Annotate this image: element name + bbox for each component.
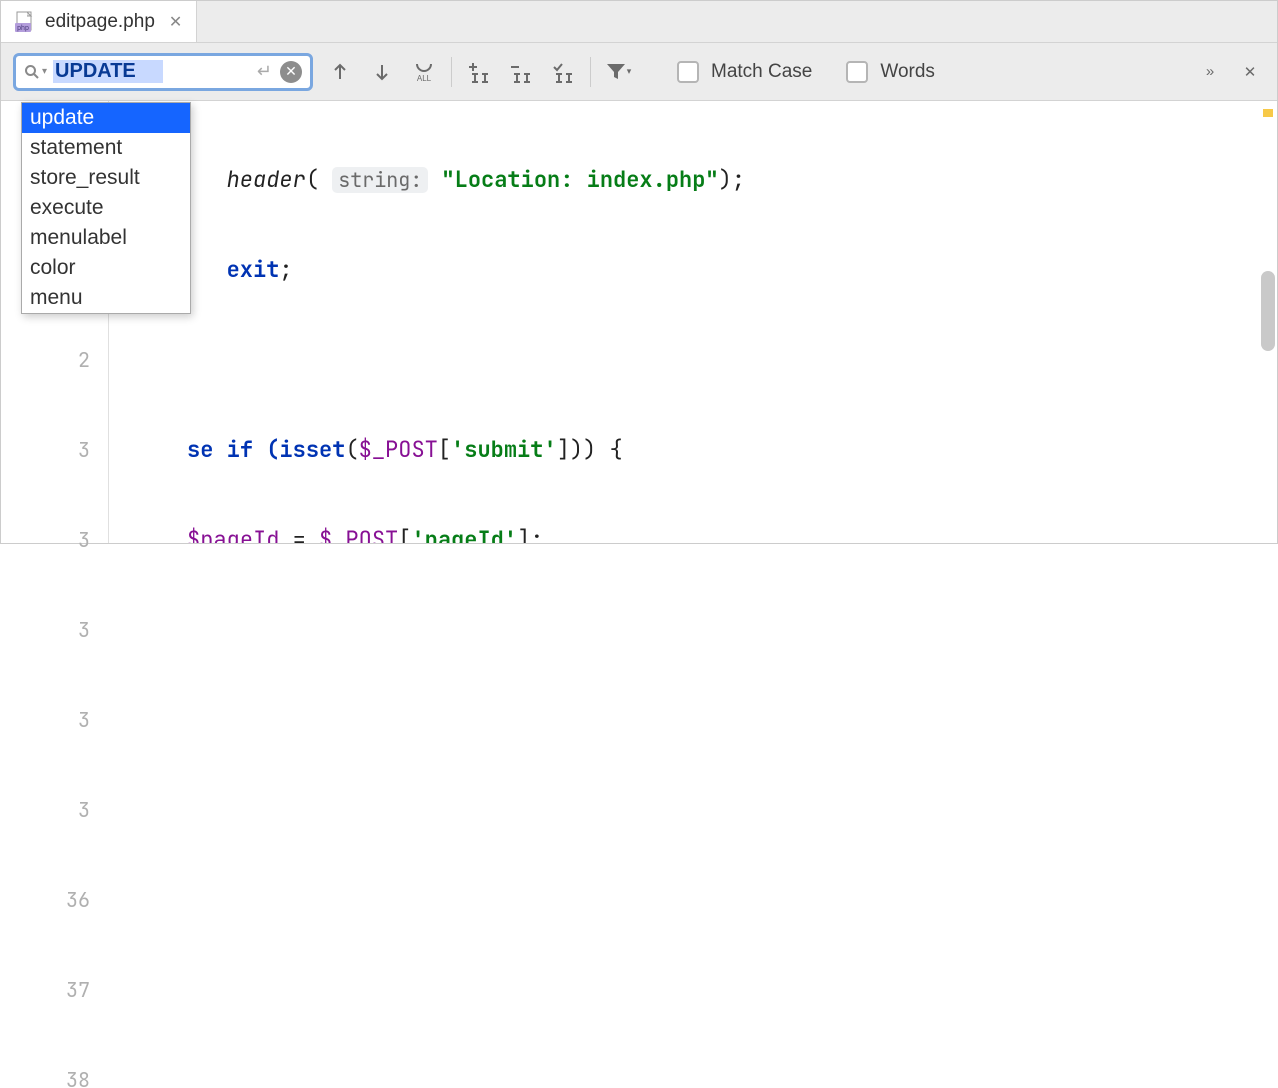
search-input-container: ▾ ↵ ✕ [13, 53, 313, 91]
add-selection-icon[interactable] [464, 57, 494, 87]
warning-marker[interactable] [1263, 109, 1273, 117]
line-number: 2 [1, 345, 90, 375]
find-toolbar: ▾ ↵ ✕ ALL [1, 43, 1277, 101]
tab-close-icon[interactable]: ✕ [169, 12, 182, 32]
search-clear-icon[interactable]: ✕ [280, 61, 302, 83]
more-options-icon[interactable]: » [1195, 57, 1225, 87]
suggestion-item[interactable]: store_result [22, 163, 190, 193]
suggestion-item[interactable]: update [22, 103, 190, 133]
suggestion-item[interactable]: execute [22, 193, 190, 223]
prev-match-icon[interactable] [325, 57, 355, 87]
php-file-icon: php [15, 11, 37, 33]
line-number: 38 [1, 1065, 90, 1088]
tab-filename: editpage.php [45, 11, 155, 33]
line-number: 37 [1, 975, 90, 1005]
filter-icon[interactable]: ▾ [603, 57, 633, 87]
close-findbar-icon[interactable]: ✕ [1235, 57, 1265, 87]
code-content[interactable]: header( string: "Location: index.php"); … [109, 101, 1277, 543]
search-icon[interactable]: ▾ [24, 64, 47, 80]
search-suggestions-popup: update statement store_result execute me… [21, 102, 191, 314]
search-confirm-icon[interactable]: ↵ [257, 61, 272, 82]
line-number: 3 [1, 615, 90, 645]
toolbar-separator [590, 57, 591, 87]
editor-marker-strip [1261, 101, 1275, 543]
line-number: 36 [1, 885, 90, 915]
words-label: Words [880, 61, 935, 83]
toolbar-separator [451, 57, 452, 87]
svg-text:ALL: ALL [417, 74, 432, 83]
suggestion-item[interactable]: statement [22, 133, 190, 163]
editor-tab-bar: php editpage.php ✕ [1, 1, 1277, 43]
suggestion-item[interactable]: color [22, 253, 190, 283]
suggestion-item[interactable]: menu [22, 283, 190, 313]
next-match-icon[interactable] [367, 57, 397, 87]
match-case-label: Match Case [711, 61, 812, 83]
select-all-occurrences-icon[interactable] [548, 57, 578, 87]
scrollbar-thumb[interactable] [1261, 271, 1275, 351]
suggestion-item[interactable]: menulabel [22, 223, 190, 253]
select-all-matches-icon[interactable]: ALL [409, 57, 439, 87]
remove-selection-icon[interactable] [506, 57, 536, 87]
line-number: 3 [1, 435, 90, 465]
search-input[interactable] [53, 60, 163, 83]
svg-text:php: php [17, 25, 29, 32]
words-checkbox[interactable] [846, 61, 868, 83]
tab-editpage-php[interactable]: php editpage.php ✕ [1, 1, 197, 42]
line-number: 3 [1, 795, 90, 825]
line-number: 3 [1, 705, 90, 735]
code-editor[interactable]: 2 2 2 3 3 3 3 3 36 37 38 39 40 header( s… [1, 101, 1277, 543]
line-number: 3 [1, 525, 90, 555]
match-case-checkbox[interactable] [677, 61, 699, 83]
